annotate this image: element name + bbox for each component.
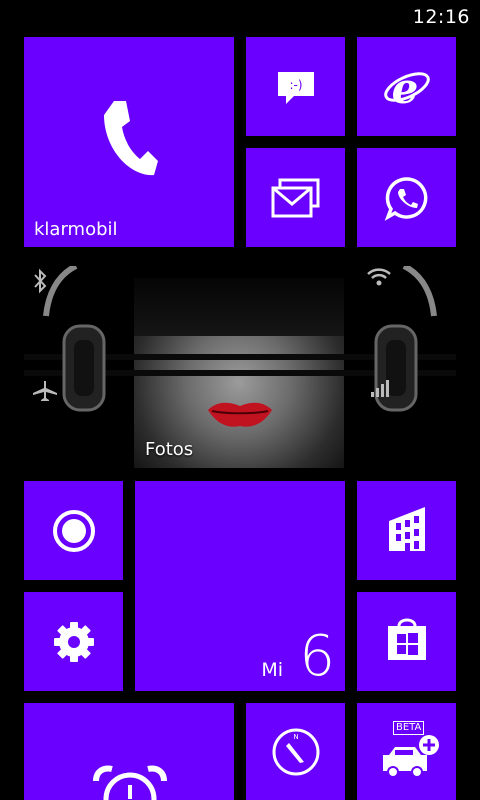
signal-strength-icon [371,380,389,397]
phone-icon [104,101,158,176]
svg-text::-): :-) [289,78,302,92]
calendar-weekday: Mi [261,659,283,681]
car-add-icon [383,735,439,778]
alarm-clock-icon [93,765,167,800]
airplane-icon [33,381,57,401]
compass-icon: N [272,728,320,776]
whatsapp-tile[interactable] [357,148,456,247]
photos-tile-label: Fotos [145,439,194,460]
mail-icon [271,178,320,218]
office-tile[interactable] [357,481,456,580]
phone-tile-label: klarmobil [34,219,118,240]
messaging-tile[interactable]: :-) [246,37,345,136]
whatsapp-icon [384,177,428,221]
calendar-day: 6 [299,624,335,689]
gear-icon [54,622,94,662]
car-app-tile[interactable]: BETA [357,703,456,800]
internet-explorer-tile[interactable]: e [357,37,456,136]
wifi-icon [367,268,391,286]
beta-badge: BETA [393,721,425,735]
maps-tile[interactable]: N [246,703,345,800]
svg-text:N: N [293,733,298,741]
phone-tile[interactable]: klarmobil [24,37,234,247]
svg-text:e: e [392,65,419,109]
photo-blindfold [134,278,344,336]
messaging-smiley-icon: :-) [278,72,314,104]
alarms-tile[interactable] [24,703,234,800]
store-icon [388,618,426,660]
internet-explorer-icon: e [384,65,430,109]
calendar-tile[interactable]: Mi 6 [135,481,345,691]
office-building-icon [389,507,425,551]
settings-tile[interactable] [24,592,123,691]
store-tile[interactable] [357,592,456,691]
record-icon [53,510,95,552]
status-bar: 12:16 [0,0,480,32]
photos-tile[interactable]: Fotos [24,258,456,468]
photo-lips [208,402,272,427]
mail-tile[interactable] [246,148,345,247]
bluetooth-icon [34,268,47,294]
clock: 12:16 [412,6,470,28]
record-tile[interactable] [24,481,123,580]
